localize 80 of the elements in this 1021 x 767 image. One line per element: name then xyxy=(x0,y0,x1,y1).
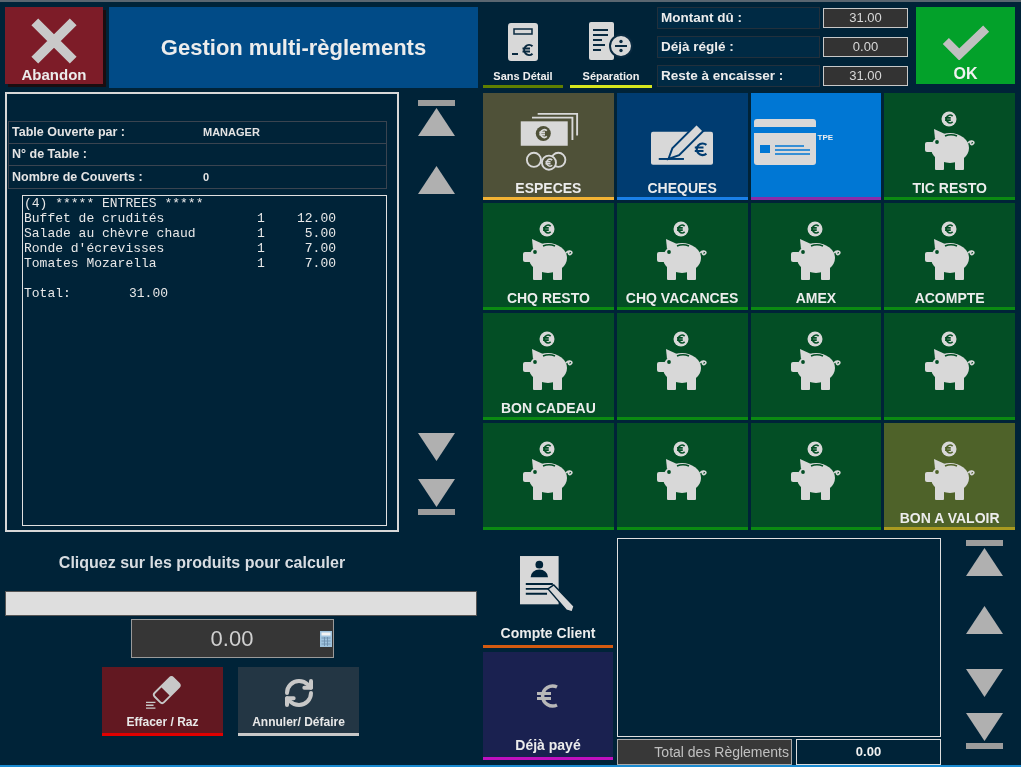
checkmark-icon xyxy=(941,24,990,60)
payment-method-tile[interactable]: ACOMPTE xyxy=(884,203,1015,310)
undo-button[interactable]: Annuler/ Défaire xyxy=(238,667,359,736)
receipt-quantity: 1 xyxy=(257,256,266,271)
payment-method-tile[interactable] xyxy=(616,313,748,420)
payment-method-tile[interactable]: CHEQUES xyxy=(616,93,748,200)
receipt-total-value: 31.00 xyxy=(129,286,168,301)
payment-method-tile[interactable] xyxy=(750,423,882,530)
window-title: Gestion multi-règlements xyxy=(109,7,478,88)
scroll-up-icon xyxy=(418,166,455,194)
payment-method-tile[interactable]: BON CADEAU xyxy=(483,313,614,420)
scroll-to-bottom-icon xyxy=(966,713,1003,749)
receipt-quantity: 1 xyxy=(257,241,266,256)
payment-method-tile[interactable]: TIC RESTO xyxy=(884,93,1015,200)
info-label: Nombre de Couverts : xyxy=(11,168,144,186)
receipt-price: 7.00 xyxy=(303,241,336,256)
scroll-to-bottom-button[interactable] xyxy=(966,713,1003,749)
payments-total-value: 0.00 xyxy=(796,739,941,765)
info-value: 0 xyxy=(203,169,210,185)
receipt-heading: (4) ***** ENTREES ***** xyxy=(24,196,204,211)
amount-field[interactable]: 0.00 xyxy=(131,619,334,658)
payment-method-tile[interactable]: CHQ RESTO xyxy=(483,203,614,310)
info-label: Table Ouverte par : xyxy=(11,124,126,142)
scroll-to-top-icon xyxy=(418,100,455,136)
receipt-divide-icon xyxy=(589,22,633,62)
amount-value: 31.00 xyxy=(823,66,908,86)
receipt-price: 12.00 xyxy=(296,211,336,226)
scroll-to-bottom-icon xyxy=(418,479,455,515)
payment-method-tile[interactable] xyxy=(750,313,882,420)
receipt-price: 5.00 xyxy=(303,226,336,241)
receipt-quantity: 1 xyxy=(257,211,266,226)
credit-card-icon xyxy=(753,119,816,165)
receipt-item-name: Salade au chèvre chaud xyxy=(24,226,197,241)
receipt-item-name: Buffet de crudités xyxy=(24,211,166,226)
payment-method-tile[interactable]: TPE xyxy=(750,93,882,200)
amount-label: Déjà réglé : xyxy=(657,36,820,58)
receipt-euro-icon xyxy=(507,22,539,62)
calculator-icon[interactable] xyxy=(320,630,332,647)
abandon-button[interactable]: Abandon xyxy=(5,7,103,84)
payment-method-tile[interactable]: AMEX xyxy=(750,203,882,310)
scroll-to-top-button[interactable] xyxy=(418,100,456,136)
receipt-quantity: 1 xyxy=(257,226,266,241)
scroll-up-button[interactable] xyxy=(418,166,456,194)
scroll-down-icon xyxy=(966,669,1003,697)
amount-value: 0.00 xyxy=(823,37,908,57)
amount-value: 31.00 xyxy=(823,8,908,28)
receipt-total-label: Total: xyxy=(24,286,72,301)
amount-label: Reste à encaisser : xyxy=(657,65,820,87)
amount-label: Montant dû : xyxy=(657,7,820,29)
ticket-mode-button[interactable]: Sans Détail xyxy=(483,7,563,88)
scroll-up-button[interactable] xyxy=(966,606,1003,634)
payment-method-tile[interactable] xyxy=(616,423,748,530)
info-value: MANAGER xyxy=(203,125,260,141)
instruction-text: Cliquez sur les produits pour calculer xyxy=(57,554,347,572)
info-label: N° de Table : xyxy=(11,146,88,164)
ticket-mode-button[interactable]: Séparation xyxy=(570,7,652,88)
client-account-button[interactable]: Compte Client xyxy=(483,538,613,648)
scroll-down-icon xyxy=(418,433,455,461)
scroll-down-button[interactable] xyxy=(418,433,456,461)
close-icon xyxy=(30,17,78,65)
payment-method-tile[interactable] xyxy=(884,313,1015,420)
already-paid-button[interactable]: Déjà payé xyxy=(483,652,613,760)
eraser-icon xyxy=(143,675,182,709)
payment-method-tile[interactable] xyxy=(483,423,614,530)
client-document-pen-icon xyxy=(520,556,576,614)
erase-button[interactable]: Effacer / Raz xyxy=(102,667,223,736)
scroll-down-button[interactable] xyxy=(966,669,1003,697)
receipt-item-name: Ronde d'écrevisses xyxy=(24,241,166,256)
receipt-price: 7.00 xyxy=(303,256,336,271)
scroll-to-bottom-button[interactable] xyxy=(418,479,456,515)
payments-total-label: Total des Règlements xyxy=(617,739,792,765)
payment-method-tile[interactable]: CHQ VACANCES xyxy=(616,203,748,310)
payment-method-tile[interactable]: ESPECES xyxy=(483,93,614,200)
payment-method-tile[interactable]: BON A VALOIR xyxy=(884,423,1015,530)
receipt-item-name: Tomates Mozarella xyxy=(24,256,158,271)
euro-icon xyxy=(536,682,560,710)
scroll-up-icon xyxy=(966,606,1003,634)
scroll-to-top-icon xyxy=(966,540,1003,576)
scroll-to-top-button[interactable] xyxy=(966,540,1003,576)
refresh-arrows-icon xyxy=(282,677,315,709)
